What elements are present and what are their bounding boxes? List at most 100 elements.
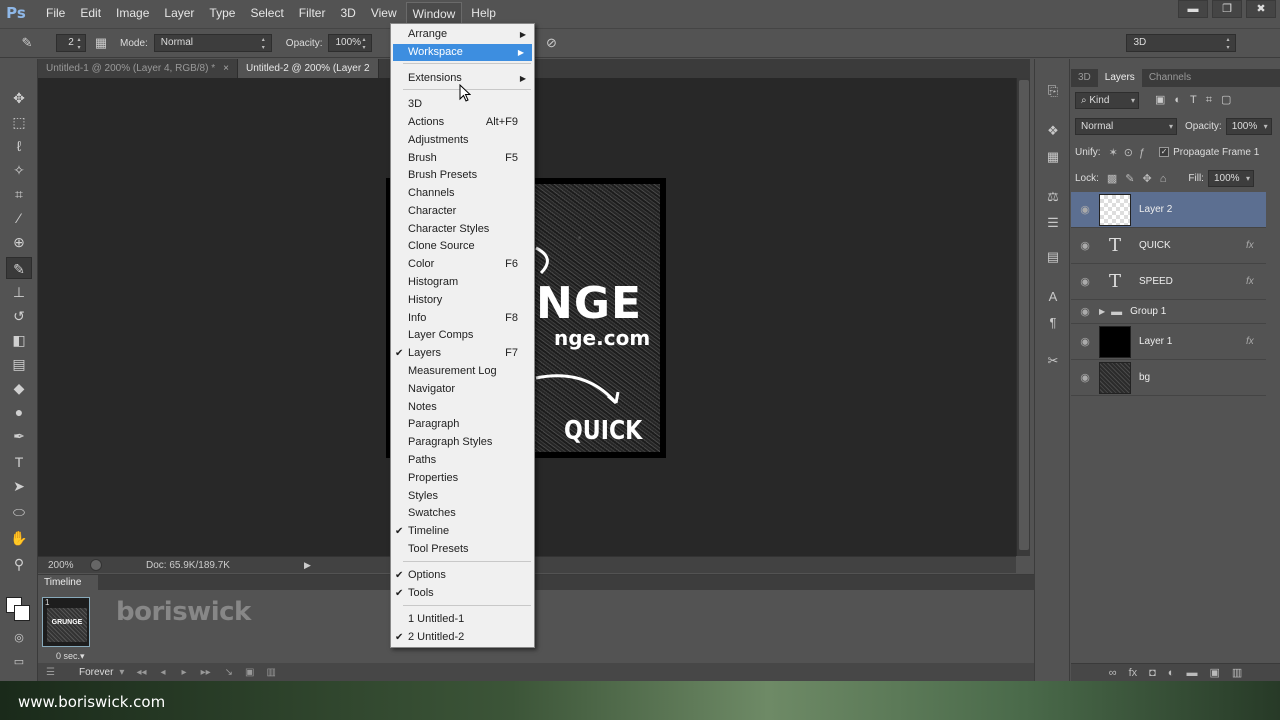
timeline-menu-icon[interactable]: ☰ [46, 667, 55, 678]
menu-window[interactable]: Window [405, 2, 463, 24]
zoom-tool-icon[interactable]: ⚲ [6, 553, 32, 575]
paragraph-panel-icon[interactable]: ¶ [1043, 313, 1063, 333]
canvas-scrollbar[interactable] [1016, 78, 1030, 556]
dodge-tool-icon[interactable]: ● [6, 401, 32, 423]
expand-arrow-icon[interactable]: ▶ [1099, 307, 1105, 316]
tablet-pressure-icon[interactable]: ⊘ [542, 34, 560, 52]
fill-input[interactable]: 100% [1207, 169, 1254, 187]
menu-filter[interactable]: Filter [293, 2, 332, 24]
propagate-checkbox[interactable]: ✓ [1159, 147, 1170, 157]
restore-button[interactable]: ❐ [1212, 0, 1242, 18]
zoom-level[interactable]: 200% [48, 560, 78, 571]
layer-filter-kind-select[interactable]: ⌕ Kind [1075, 91, 1139, 109]
menu-item-actions[interactable]: Actions Alt+F9 [391, 114, 534, 131]
menu-item-untitled-2[interactable]: ✔ 2 Untitled-2 [391, 629, 534, 646]
menu-item-layer-comps[interactable]: Layer Comps [391, 327, 534, 344]
brush-panel-toggle-icon[interactable]: ▦ [92, 34, 110, 52]
menu-item-tool-presets[interactable]: Tool Presets [391, 541, 534, 558]
tool-presets-panel-icon[interactable]: ✂ [1043, 351, 1063, 371]
visibility-eye-icon[interactable]: ◉ [1071, 203, 1099, 216]
history-brush-tool-icon[interactable]: ↺ [6, 305, 32, 327]
screen-mode-icon[interactable]: ▭ [6, 651, 32, 673]
menu-item-layers[interactable]: ✔ Layers F7 [391, 345, 534, 362]
layer-row-layer-1[interactable]: ◉ Layer 1 fx [1071, 324, 1266, 360]
menu-view[interactable]: View [365, 2, 403, 24]
healing-tool-icon[interactable]: ⊕ [6, 231, 32, 253]
menu-item-tools[interactable]: ✔ Tools [391, 585, 534, 602]
menu-item-histogram[interactable]: Histogram [391, 274, 534, 291]
menu-edit[interactable]: Edit [74, 2, 107, 24]
menu-item-adjustments[interactable]: Adjustments [391, 132, 534, 149]
status-menu-arrow-icon[interactable]: ▶ [304, 560, 311, 571]
menu-item-color[interactable]: Color F6 [391, 256, 534, 273]
quick-select-tool-icon[interactable]: ✧ [6, 159, 32, 181]
eyedropper-tool-icon[interactable]: ⁄ [6, 207, 32, 229]
fx-icon[interactable]: fx [1246, 276, 1260, 287]
delete-frame-icon[interactable]: ▥ [266, 667, 275, 678]
layer-row-bg[interactable]: ◉ bg [1071, 360, 1266, 396]
menu-item-swatches[interactable]: Swatches [391, 505, 534, 522]
tab-untitled-1[interactable]: Untitled-1 @ 200% (Layer 4, RGB/8) * × [38, 59, 238, 78]
hand-tool-icon[interactable]: ✋ [6, 527, 32, 549]
layer-opacity-input[interactable]: 100% [1225, 117, 1272, 135]
path-select-tool-icon[interactable]: ➤ [6, 475, 32, 497]
fx-icon[interactable]: fx [1246, 240, 1260, 251]
visibility-eye-icon[interactable]: ◉ [1071, 275, 1099, 288]
menu-3d[interactable]: 3D [334, 2, 361, 24]
frame-delay[interactable]: 0 sec.▾ [56, 651, 85, 662]
brush-size-picker[interactable]: 2 [56, 34, 86, 52]
history-panel-icon[interactable]: ⎘ [1043, 81, 1063, 101]
layer-style-icon[interactable]: fx [1129, 664, 1138, 681]
adjustments-panel-icon[interactable]: ⚖ [1043, 187, 1063, 207]
adjustment-layer-icon[interactable]: ◐ [1168, 664, 1175, 681]
menu-item-navigator[interactable]: Navigator [391, 381, 534, 398]
lock-icons[interactable]: ▩✎✥⌂ [1107, 172, 1174, 185]
animation-frame[interactable]: 1 GRUNGE [42, 597, 90, 647]
menu-layer[interactable]: Layer [158, 2, 200, 24]
menu-item-paragraph[interactable]: Paragraph [391, 416, 534, 433]
menu-item-character-styles[interactable]: Character Styles [391, 221, 534, 238]
tween-icon[interactable]: ↘ [225, 667, 233, 678]
lasso-tool-icon[interactable]: ℓ [6, 135, 32, 157]
layer-row-quick[interactable]: ◉ T QUICK fx [1071, 228, 1266, 264]
visibility-eye-icon[interactable]: ◉ [1071, 335, 1099, 348]
previous-frame-icon[interactable]: ◂ [161, 667, 166, 678]
menu-item-styles[interactable]: Styles [391, 488, 534, 505]
blur-tool-icon[interactable]: ◆ [6, 377, 32, 399]
menu-item-info[interactable]: Info F8 [391, 310, 534, 327]
visibility-eye-icon[interactable]: ◉ [1071, 371, 1099, 384]
move-tool-icon[interactable]: ✥ [6, 87, 32, 109]
swatches-panel-icon[interactable]: ▦ [1043, 147, 1063, 167]
brush-tool-icon[interactable]: ✎ [18, 34, 36, 52]
menu-select[interactable]: Select [244, 2, 289, 24]
crop-tool-icon[interactable]: ⌗ [6, 183, 32, 205]
tab-3d[interactable]: 3D [1071, 69, 1098, 87]
new-layer-icon[interactable]: ▣ [1209, 664, 1219, 681]
unify-icons[interactable]: ✶⊙ƒ [1109, 146, 1152, 159]
menu-item-clone-source[interactable]: Clone Source [391, 238, 534, 255]
add-mask-icon[interactable]: ◘ [1149, 664, 1156, 681]
pen-tool-icon[interactable]: ✒ [6, 425, 32, 447]
loop-dropdown-icon[interactable]: ▾ [119, 667, 124, 678]
menu-help[interactable]: Help [465, 2, 502, 24]
layer-row-layer-2[interactable]: ◉ Layer 2 [1071, 192, 1266, 228]
visibility-eye-icon[interactable]: ◉ [1071, 305, 1099, 318]
menu-item-arrange[interactable]: Arrange ▶ [391, 26, 534, 43]
gradient-tool-icon[interactable]: ▤ [6, 353, 32, 375]
menu-item-brush-presets[interactable]: Brush Presets [391, 167, 534, 184]
mode-select[interactable]: Normal [153, 34, 272, 52]
stamp-tool-icon[interactable]: ⊥ [6, 281, 32, 303]
delete-layer-icon[interactable]: ▥ [1232, 664, 1242, 681]
fx-icon[interactable]: fx [1246, 336, 1260, 347]
background-color-swatch[interactable] [14, 605, 30, 621]
menu-item-untitled-1[interactable]: 1 Untitled-1 [391, 611, 534, 628]
menu-item-properties[interactable]: Properties [391, 470, 534, 487]
menu-item-workspace[interactable]: Workspace ▶ [393, 44, 532, 61]
menu-item-paragraph-styles[interactable]: Paragraph Styles [391, 434, 534, 451]
blend-mode-select[interactable]: Normal [1075, 117, 1177, 135]
duplicate-frame-icon[interactable]: ▣ [245, 667, 254, 678]
timeline-tab[interactable]: Timeline [38, 575, 98, 590]
status-info-icon[interactable] [90, 559, 102, 571]
menu-item-notes[interactable]: Notes [391, 399, 534, 416]
character-panel-icon[interactable]: A [1043, 287, 1063, 307]
